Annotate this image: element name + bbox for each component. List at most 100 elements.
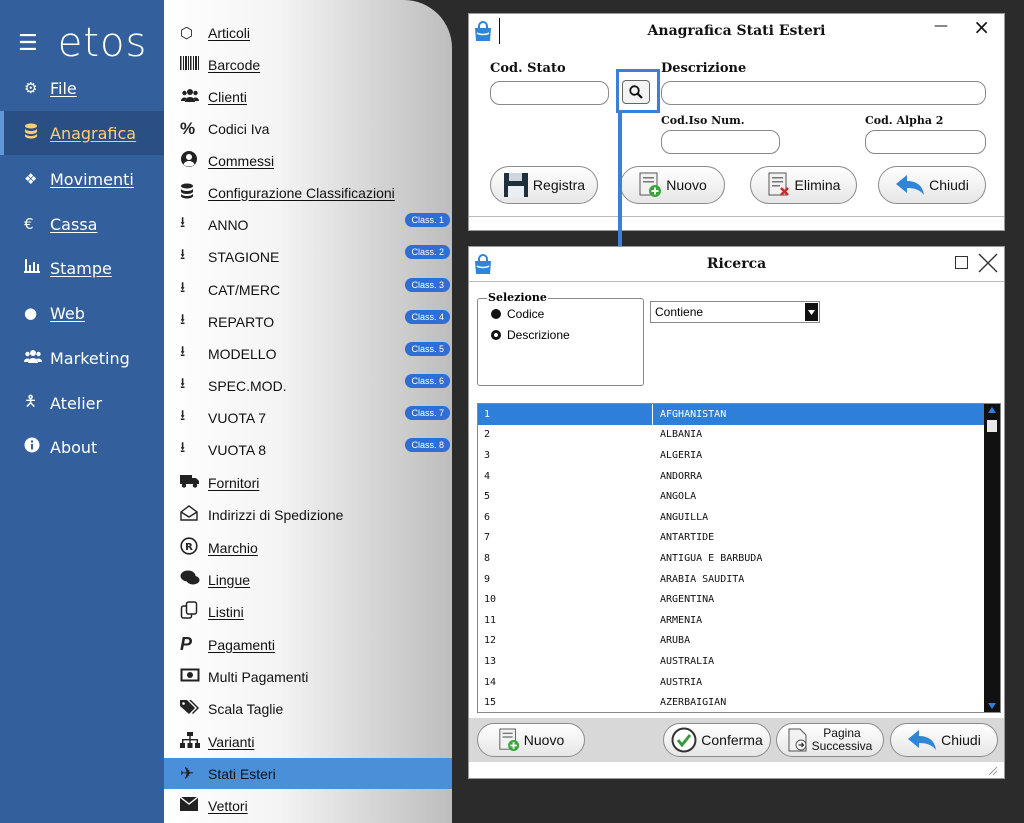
resize-grip-icon[interactable] <box>988 766 998 776</box>
submenu-item-configurazione-classificazioni[interactable]: Configurazione Classificazioni <box>164 177 452 208</box>
ricerca-nuovo-button[interactable]: Nuovo <box>477 723 585 757</box>
submenu-item-clienti[interactable]: Clienti <box>164 81 452 112</box>
class-badge: Class. 8 <box>405 438 450 452</box>
table-row[interactable]: 14 AUSTRIA <box>478 672 986 693</box>
table-row[interactable]: 5 ANGOLA <box>478 486 986 507</box>
submenu-item-multi-pagamenti[interactable]: Multi Pagamenti <box>164 661 452 692</box>
table-row[interactable]: 3 ALGERIA <box>478 445 986 466</box>
search-button[interactable] <box>622 80 650 104</box>
descrizione-input[interactable] <box>661 81 986 105</box>
pagina-successiva-button[interactable]: Pagina Successiva <box>776 723 884 757</box>
scroll-down-icon[interactable] <box>988 703 996 709</box>
nav-item-stampe[interactable]: Stampe <box>0 246 166 290</box>
table-row[interactable]: 15 AZERBAIGIAN <box>478 692 986 712</box>
nav-item-label: Atelier <box>50 393 103 413</box>
class-badge: Class. 2 <box>405 245 450 259</box>
sort-icon: ⭳ <box>180 214 186 231</box>
hamburger-menu-icon[interactable]: ☰ <box>18 31 38 56</box>
nav-item-web[interactable]: ● Web <box>0 291 166 335</box>
copy-icon <box>180 600 208 623</box>
search-mode-select[interactable]: Contiene <box>650 301 820 323</box>
submenu-item-modello[interactable]: ⭳ MODELLO Class. 5 <box>164 338 452 369</box>
pagina-successiva-text: Pagina Successiva <box>812 727 873 753</box>
table-row[interactable]: 10 ARGENTINA <box>478 589 986 610</box>
submenu-item-vuota-7[interactable]: ⭳ VUOTA 7 Class. 7 <box>164 402 452 433</box>
submenu-item-reparto[interactable]: ⭳ REPARTO Class. 4 <box>164 306 452 337</box>
nav-item-file[interactable]: ⚙ File <box>0 66 166 110</box>
row-code: 10 <box>484 594 497 606</box>
nav-item-cassa[interactable]: € Cassa <box>0 202 166 246</box>
nuovo-button[interactable]: Nuovo <box>620 166 725 204</box>
submenu-item-stati-esteri[interactable]: ✈ Stati Esteri <box>164 758 452 789</box>
submenu-item-marchio[interactable]: R Marchio <box>164 532 452 563</box>
submenu-item-stagione[interactable]: ⭳ STAGIONE Class. 2 <box>164 241 452 272</box>
submenu-item-indirizzi-spedizione[interactable]: Indirizzi di Spedizione <box>164 499 452 530</box>
table-row[interactable]: 2 ALBANIA <box>478 425 986 446</box>
submenu-item-label: STAGIONE <box>208 248 280 265</box>
conferma-button[interactable]: Conferma <box>663 723 771 757</box>
table-row[interactable]: 9 ARABIA SAUDITA <box>478 569 986 590</box>
gear-icon: ⚙ <box>24 79 38 97</box>
submenu-item-scala-taglie[interactable]: Scala Taglie <box>164 693 452 724</box>
submenu-item-spec-mod[interactable]: ⭳ SPEC.MOD. Class. 6 <box>164 370 452 401</box>
elimina-button[interactable]: Elimina <box>750 166 857 204</box>
conferma-label: Conferma <box>701 732 763 748</box>
close-button[interactable]: × <box>973 15 990 39</box>
table-row[interactable]: 13 AUSTRALIA <box>478 651 986 672</box>
table-row[interactable]: 4 ANDORRA <box>478 466 986 487</box>
table-row[interactable]: 7 ANTARTIDE <box>478 528 986 549</box>
submenu-item-label: Clienti <box>208 88 247 105</box>
cube-icon: ⬡ <box>180 24 194 42</box>
submenu-item-anno[interactable]: ⭳ ANNO Class. 1 <box>164 209 452 240</box>
globe-icon: ● <box>24 304 38 322</box>
nav-item-atelier[interactable]: 🯅 Atelier <box>0 381 166 425</box>
nav-item-marketing[interactable]: Marketing <box>0 336 166 380</box>
chevron-down-icon[interactable] <box>805 303 818 321</box>
registra-button[interactable]: Registra <box>490 166 598 204</box>
submenu-item-vuota-8[interactable]: ⭳ VUOTA 8 Class. 8 <box>164 434 452 465</box>
submenu-item-listini[interactable]: Listini <box>164 596 452 627</box>
sort-icon: ⭳ <box>180 375 186 392</box>
submenu-item-pagamenti[interactable]: P Pagamenti <box>164 629 452 660</box>
title-separator <box>499 18 500 44</box>
column-divider <box>652 404 653 425</box>
maximize-button[interactable] <box>955 256 968 269</box>
nav-item-anagrafica[interactable]: Anagrafica <box>0 111 166 155</box>
table-row[interactable]: 8 ANTIGUA E BARBUDA <box>478 548 986 569</box>
row-code: 13 <box>484 655 497 667</box>
chiudi-button[interactable]: Chiudi <box>878 166 986 204</box>
radio-descrizione[interactable]: Descrizione <box>491 328 570 342</box>
table-row[interactable]: 12 ARUBA <box>478 631 986 652</box>
cod-stato-input[interactable] <box>490 81 609 105</box>
scroll-thumb[interactable] <box>987 420 997 432</box>
table-row[interactable]: 1 AFGHANISTAN <box>478 404 986 425</box>
nav-item-movimenti[interactable]: ❖ Movimenti <box>0 157 166 201</box>
barcode-icon <box>180 55 208 74</box>
minimize-button[interactable]: — <box>934 18 948 34</box>
close-button[interactable] <box>978 253 998 273</box>
table-row[interactable]: 11 ARMENIA <box>478 610 986 631</box>
submenu-item-codici-iva[interactable]: % Codici Iva <box>164 113 452 144</box>
nav-item-label: Movimenti <box>50 169 134 189</box>
vertical-scrollbar[interactable] <box>984 404 1000 712</box>
submenu-item-varianti[interactable]: Varianti <box>164 726 452 757</box>
row-name: AFGHANISTAN <box>660 408 727 420</box>
check-circle-icon <box>671 727 697 753</box>
cod-alpha-2-input[interactable] <box>865 130 986 154</box>
submenu-item-vettori[interactable]: Vettori <box>164 790 452 821</box>
submenu-item-cat-merc[interactable]: ⭳ CAT/MERC Class. 3 <box>164 274 452 305</box>
radio-codice[interactable]: Codice <box>491 307 544 321</box>
nav-item-about[interactable]: About <box>0 425 166 469</box>
submenu-item-commessi[interactable]: Commessi <box>164 145 452 176</box>
scroll-up-icon[interactable] <box>988 407 996 413</box>
submenu-item-barcode[interactable]: Barcode <box>164 49 452 80</box>
table-row[interactable]: 6 ANGUILLA <box>478 507 986 528</box>
submenu-item-articoli[interactable]: ⬡ Articoli <box>164 17 452 48</box>
results-grid[interactable]: 1 AFGHANISTAN 2 ALBANIA 3 ALGERIA 4 ANDORRA … <box>477 403 1001 713</box>
submenu-item-fornitori[interactable]: Fornitori <box>164 467 452 498</box>
submenu-item-lingue[interactable]: Lingue <box>164 564 452 595</box>
ricerca-chiudi-button[interactable]: Chiudi <box>890 723 998 757</box>
cod-iso-num-input[interactable] <box>661 130 780 154</box>
next-page-icon <box>788 728 808 752</box>
floppy-disk-icon <box>503 172 529 198</box>
